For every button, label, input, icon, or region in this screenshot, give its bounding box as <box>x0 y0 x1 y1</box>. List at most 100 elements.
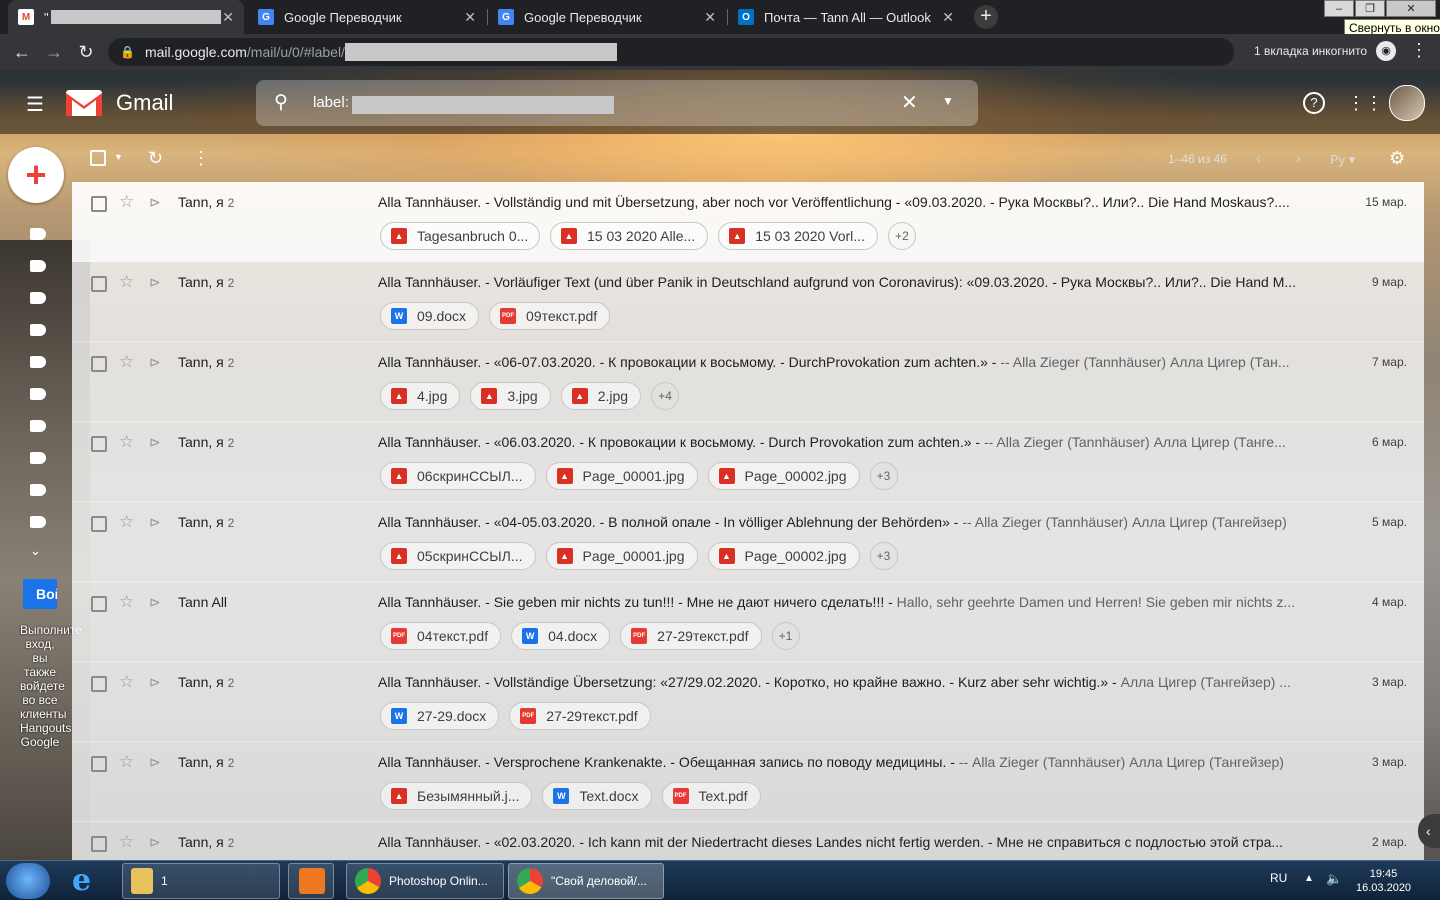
important-marker-icon[interactable]: ⊳ <box>149 194 161 211</box>
incognito-label[interactable]: 1 вкладка инкогнито <box>1254 44 1367 58</box>
more-attachments-badge[interactable]: +2 <box>887 222 916 250</box>
search-options-icon[interactable]: ▼ <box>942 94 954 108</box>
volume-muted-icon[interactable]: 🔈 <box>1326 871 1342 887</box>
minimize-button[interactable]: ‒ <box>1324 0 1354 17</box>
attachment-chip[interactable]: ▲ Page_00001.jpg <box>545 462 698 490</box>
chevron-down-icon[interactable]: ⌄ <box>30 543 41 559</box>
gear-icon[interactable]: ⚙ <box>1389 148 1405 169</box>
new-tab-button[interactable]: + <box>974 5 998 29</box>
important-marker-icon[interactable]: ⊳ <box>149 354 161 371</box>
close-icon[interactable]: ✕ <box>942 9 954 26</box>
attachment-chip[interactable]: W 09.docx <box>380 302 480 330</box>
close-window-button[interactable]: ✕ <box>1386 0 1436 17</box>
important-marker-icon[interactable]: ⊳ <box>149 274 161 291</box>
more-attachments-badge[interactable]: +3 <box>869 542 898 570</box>
compose-button[interactable]: + <box>8 147 64 203</box>
label-icon[interactable] <box>30 452 46 464</box>
attachment-chip[interactable]: PDF 27-29текст.pdf <box>509 702 651 730</box>
attachment-chip[interactable]: ▲ 06скринССЫЛ... <box>380 462 536 490</box>
label-icon[interactable] <box>30 324 46 336</box>
attachment-chip[interactable]: PDF 27-29текст.pdf <box>620 622 762 650</box>
star-icon[interactable]: ☆ <box>119 192 134 212</box>
mail-row[interactable]: ☆ ⊳ Tann, я 2 Alla Tannhäuser. - «06.03.202… <box>72 422 1424 502</box>
avatar[interactable] <box>1389 85 1425 121</box>
browser-menu-icon[interactable]: ⋮ <box>1410 40 1428 61</box>
internet-explorer-icon[interactable]: e <box>72 865 108 897</box>
important-marker-icon[interactable]: ⊳ <box>149 834 161 851</box>
row-checkbox[interactable] <box>91 196 107 212</box>
attachment-chip[interactable]: ▲ Page_00002.jpg <box>707 542 860 570</box>
back-arrow-icon[interactable]: ← <box>10 40 34 64</box>
tab-translate-1[interactable]: G Google Переводчик ✕ <box>248 0 486 34</box>
attachment-chip[interactable]: ▲ Безымянный.j... <box>380 782 533 810</box>
more-attachments-badge[interactable]: +3 <box>869 462 898 490</box>
mail-row[interactable]: ☆ ⊳ Tann, я 2 Alla Tannhäuser. - Vorläufige… <box>72 262 1424 342</box>
select-all-checkbox[interactable] <box>90 150 106 166</box>
attachment-chip[interactable]: W Text.docx <box>542 782 652 810</box>
taskbar-media-button[interactable] <box>288 863 334 899</box>
important-marker-icon[interactable]: ⊳ <box>149 434 161 451</box>
row-checkbox[interactable] <box>91 356 107 372</box>
mail-row[interactable]: ☆ ⊳ Tann All Alla Tannhäuser. - Sie geben … <box>72 582 1424 662</box>
star-icon[interactable]: ☆ <box>119 432 134 452</box>
apps-grid-icon[interactable]: ⋮⋮⋮ <box>1347 92 1401 114</box>
side-panel-toggle[interactable]: ‹ <box>1418 814 1440 848</box>
mail-row[interactable]: ☆ ⊳ Tann, я 2 Alla Tannhäuser. - Vollständi… <box>72 662 1424 742</box>
star-icon[interactable]: ☆ <box>119 832 134 852</box>
more-options-icon[interactable]: ⋮ <box>192 148 210 169</box>
attachment-chip[interactable]: ▲ 3.jpg <box>470 382 551 410</box>
attachment-chip[interactable]: ▲ 05скринССЫЛ... <box>380 542 536 570</box>
chevron-right-icon[interactable]: › <box>1296 150 1301 167</box>
attachment-chip[interactable]: ▲ Tagesanbruch 0... <box>380 222 540 250</box>
reload-icon[interactable]: ↻ <box>74 40 98 64</box>
hangouts-signin-button[interactable]: Вой <box>23 579 57 609</box>
system-clock[interactable]: 19:45 16.03.2020 <box>1356 867 1411 895</box>
refresh-icon[interactable]: ↻ <box>148 148 163 169</box>
row-checkbox[interactable] <box>91 756 107 772</box>
attachment-chip[interactable]: PDF 09текст.pdf <box>489 302 611 330</box>
start-button[interactable] <box>6 863 50 899</box>
mail-row[interactable]: ☆ ⊳ Tann, я 2 Alla Tannhäuser. - «04-05.03.… <box>72 502 1424 582</box>
important-marker-icon[interactable]: ⊳ <box>149 754 161 771</box>
tab-outlook[interactable]: O Почта — Tann All — Outlook ✕ <box>728 0 964 34</box>
taskbar-folder-button[interactable]: 1 <box>122 863 280 899</box>
more-attachments-badge[interactable]: +1 <box>771 622 800 650</box>
language-indicator[interactable]: RU <box>1270 871 1287 885</box>
chevron-left-icon[interactable]: ‹ <box>1256 150 1261 167</box>
label-icon[interactable] <box>30 228 46 240</box>
attachment-chip[interactable]: W 27-29.docx <box>380 702 500 730</box>
star-icon[interactable]: ☆ <box>119 592 134 612</box>
clear-search-icon[interactable]: ✕ <box>901 90 918 115</box>
row-checkbox[interactable] <box>91 276 107 292</box>
star-icon[interactable]: ☆ <box>119 672 134 692</box>
important-marker-icon[interactable]: ⊳ <box>149 674 161 691</box>
label-icon[interactable] <box>30 292 46 304</box>
attachment-chip[interactable]: W 04.docx <box>511 622 611 650</box>
help-icon[interactable]: ? <box>1303 92 1325 114</box>
search-icon[interactable]: ⚲ <box>274 91 288 114</box>
taskbar-chrome-active[interactable]: "Свой деловой/... <box>508 863 664 899</box>
chevron-down-icon[interactable]: ▼ <box>114 152 123 162</box>
attachment-chip[interactable]: ▲ 4.jpg <box>380 382 461 410</box>
address-bar[interactable]: 🔒 mail.google.com /mail/u/0/#label/ <box>108 38 1234 66</box>
important-marker-icon[interactable]: ⊳ <box>149 514 161 531</box>
star-icon[interactable]: ☆ <box>119 752 134 772</box>
label-icon[interactable] <box>30 420 46 432</box>
taskbar-chrome-photoshop[interactable]: Photoshop Onlin... <box>346 863 504 899</box>
attachment-chip[interactable]: ▲ Page_00002.jpg <box>707 462 860 490</box>
label-icon[interactable] <box>30 356 46 368</box>
close-icon[interactable]: ✕ <box>464 9 476 26</box>
label-icon[interactable] <box>30 388 46 400</box>
row-checkbox[interactable] <box>91 516 107 532</box>
label-icon[interactable] <box>30 516 46 528</box>
forward-arrow-icon[interactable]: → <box>42 40 66 64</box>
row-checkbox[interactable] <box>91 836 107 852</box>
attachment-chip[interactable]: ▲ 15 03 2020 Vorl... <box>718 222 878 250</box>
tray-expand-icon[interactable]: ▲ <box>1304 873 1314 884</box>
restore-button[interactable]: ❐ <box>1355 0 1385 17</box>
search-box[interactable]: ⚲ label: ✕ ▼ <box>256 80 978 126</box>
tab-gmail[interactable]: M " ✕ <box>8 0 244 34</box>
attachment-chip[interactable]: ▲ 2.jpg <box>560 382 642 410</box>
main-menu-icon[interactable]: ☰ <box>26 92 44 117</box>
row-checkbox[interactable] <box>91 596 107 612</box>
